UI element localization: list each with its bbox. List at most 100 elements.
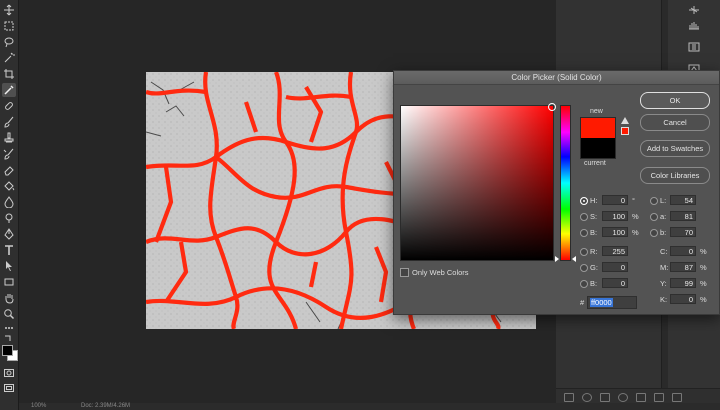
eraser-icon[interactable]: [2, 163, 16, 177]
history-brush-icon[interactable]: [2, 147, 16, 161]
lab-b-row: b: 70: [650, 227, 710, 238]
add-to-swatches-button[interactable]: Add to Swatches: [640, 140, 710, 157]
layers-panel-footer: [556, 388, 720, 404]
dodge-icon[interactable]: [2, 211, 16, 225]
black-label: K:: [660, 295, 668, 304]
trash-icon[interactable]: [672, 393, 682, 402]
stamp-icon[interactable]: [2, 131, 16, 145]
current-color-swatch[interactable]: [580, 138, 616, 159]
saturation-radio[interactable]: [580, 213, 588, 221]
eyedropper-icon[interactable]: [2, 83, 16, 97]
blue-row: B: 0: [580, 278, 640, 289]
green-row: G: 0: [580, 262, 640, 273]
blue-input[interactable]: 0: [602, 278, 628, 288]
status-bar: 100% Doc: 2.39M/4.26M: [19, 403, 720, 410]
lab-a-input[interactable]: 81: [670, 211, 696, 221]
percent-unit: %: [700, 295, 707, 304]
hex-input[interactable]: ff0000: [587, 296, 637, 309]
adjustments-icon[interactable]: [676, 4, 712, 16]
brightness-input[interactable]: 100: [602, 227, 628, 237]
zoom-level[interactable]: 100%: [31, 403, 46, 409]
marquee-icon[interactable]: [2, 19, 16, 33]
libraries-icon[interactable]: [676, 41, 712, 53]
new-label: new: [590, 108, 603, 115]
red-row: R: 255: [580, 246, 640, 257]
saturation-row: S: 100 %: [580, 211, 640, 222]
lab-l-label: L:: [660, 196, 667, 205]
blur-icon[interactable]: [2, 195, 16, 209]
green-label: G:: [590, 263, 598, 272]
lab-l-radio[interactable]: [650, 197, 658, 205]
current-label: current: [584, 160, 606, 167]
fx-icon[interactable]: [582, 393, 592, 402]
pen-icon[interactable]: [2, 227, 16, 241]
black-row: K: 0 %: [660, 294, 716, 305]
red-input[interactable]: 255: [602, 246, 628, 256]
hex-value[interactable]: ff0000: [590, 298, 613, 307]
layer-mask-icon[interactable]: [600, 393, 610, 402]
zoom-icon[interactable]: [2, 307, 16, 321]
type-icon[interactable]: [2, 243, 16, 257]
lab-b-label: b:: [660, 228, 667, 237]
screen-mode-icon[interactable]: [2, 381, 16, 395]
link-layers-icon[interactable]: [564, 393, 574, 402]
cyan-input[interactable]: 0: [670, 246, 696, 256]
color-libraries-button[interactable]: Color Libraries: [640, 167, 710, 184]
lab-a-row: a: 81: [650, 211, 710, 222]
percent-unit: %: [632, 212, 639, 221]
hue-arrow-right-icon[interactable]: [572, 256, 576, 262]
new-layer-icon[interactable]: [654, 393, 664, 402]
percent-unit: %: [700, 263, 707, 272]
percent-unit: %: [632, 228, 639, 237]
foreground-color-overlay: [2, 345, 13, 356]
doc-size: Doc: 2.39M/4.26M: [81, 403, 131, 409]
healing-icon[interactable]: [2, 99, 16, 113]
move-icon[interactable]: [2, 3, 16, 17]
dialog-title[interactable]: Color Picker (Solid Color): [394, 71, 719, 85]
new-group-icon[interactable]: [636, 393, 646, 402]
only-web-colors-checkbox[interactable]: [400, 268, 409, 277]
lab-l-input[interactable]: 54: [670, 195, 696, 205]
cancel-button[interactable]: Cancel: [640, 114, 710, 131]
adjustment-layer-icon[interactable]: [618, 393, 628, 402]
color-field[interactable]: [400, 103, 556, 261]
black-input[interactable]: 0: [670, 294, 696, 304]
ok-button[interactable]: OK: [640, 92, 710, 109]
brightness-radio[interactable]: [580, 229, 588, 237]
hand-icon[interactable]: [2, 291, 16, 305]
green-input[interactable]: 0: [602, 262, 628, 272]
histogram-icon[interactable]: [676, 19, 712, 31]
path-select-icon[interactable]: [2, 259, 16, 273]
hue-radio[interactable]: [580, 197, 588, 205]
lab-b-radio[interactable]: [650, 229, 658, 237]
lab-a-radio[interactable]: [650, 213, 658, 221]
quick-mask-icon[interactable]: [2, 366, 16, 380]
hex-label: #: [580, 298, 585, 307]
hue-arrow-left-icon[interactable]: [555, 256, 559, 262]
yellow-input[interactable]: 99: [670, 278, 696, 288]
cyan-label: C:: [660, 247, 668, 256]
blue-radio[interactable]: [580, 280, 588, 288]
hue-slider[interactable]: [560, 105, 571, 261]
saturation-input[interactable]: 100: [602, 211, 628, 221]
gamut-color-swatch[interactable]: [621, 127, 629, 135]
magic-wand-icon[interactable]: [2, 51, 16, 65]
color-picker-dialog: Color Picker (Solid Color) new current O…: [393, 70, 720, 315]
shape-icon[interactable]: [2, 275, 16, 289]
lab-b-input[interactable]: 70: [670, 227, 696, 237]
magenta-row: M: 87 %: [660, 262, 716, 273]
out-of-gamut-warning-icon[interactable]: [621, 117, 629, 124]
percent-unit: %: [700, 279, 707, 288]
cyan-row: C: 0 %: [660, 246, 716, 257]
hue-input[interactable]: 0: [602, 195, 628, 205]
only-web-colors-label: Only Web Colors: [412, 268, 469, 277]
color-field-marker[interactable]: [548, 103, 556, 111]
red-radio[interactable]: [580, 248, 588, 256]
bucket-icon[interactable]: [2, 179, 16, 193]
crop-icon[interactable]: [2, 67, 16, 81]
lasso-icon[interactable]: [2, 35, 16, 49]
brush-icon[interactable]: [2, 115, 16, 129]
green-radio[interactable]: [580, 264, 588, 272]
magenta-input[interactable]: 87: [670, 262, 696, 272]
brightness-row: B: 100 %: [580, 227, 640, 238]
